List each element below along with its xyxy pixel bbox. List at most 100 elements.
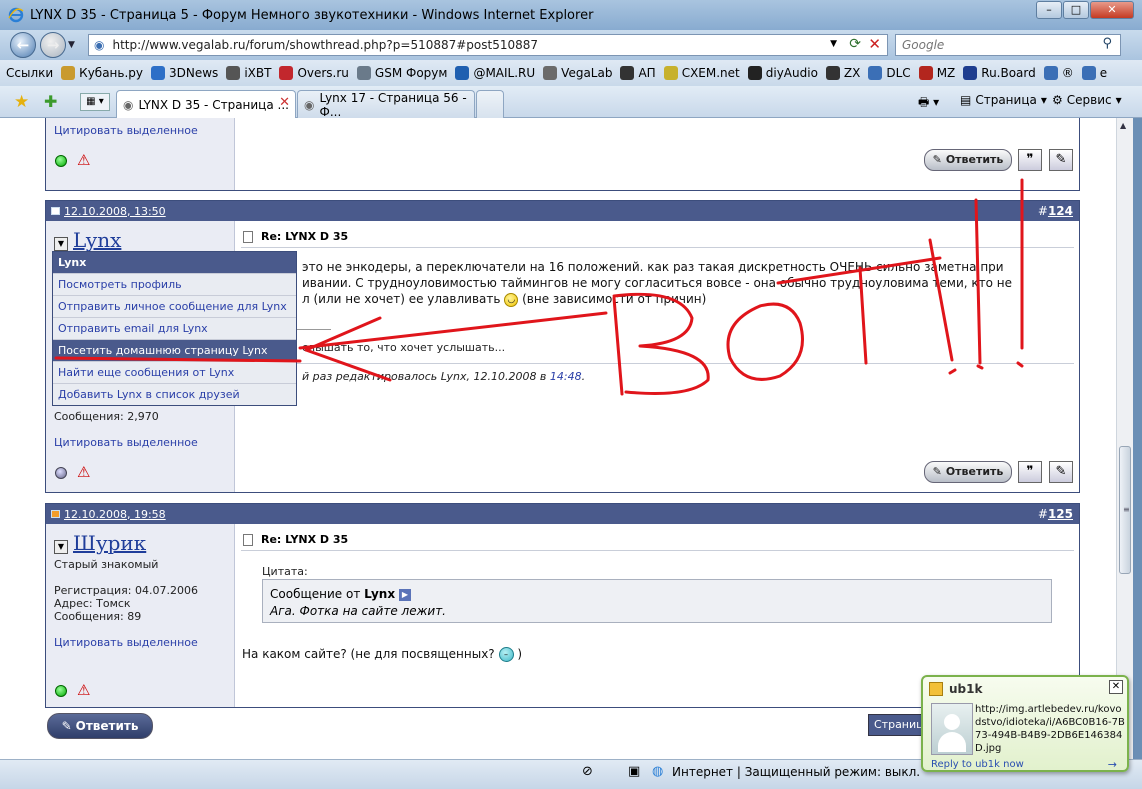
bottom-reply-button[interactable]: ✎ Ответить: [47, 713, 153, 739]
link-zx[interactable]: ZX: [825, 66, 860, 80]
post-date: 12.10.2008, 13:50: [64, 204, 166, 218]
multiquote-button[interactable]: ✎: [1049, 149, 1073, 171]
quote-button[interactable]: ❞: [1018, 149, 1042, 171]
privacy-icon[interactable]: ⊘: [582, 764, 598, 780]
address-dropdown-icon[interactable]: ▼: [830, 39, 837, 49]
link-vegalab[interactable]: VegaLab: [543, 66, 612, 80]
link-ruboard[interactable]: Ru.Board: [963, 66, 1036, 80]
search-input[interactable]: [896, 35, 1086, 55]
window-title: LYNX D 35 - Страница 5 - Форум Немного з…: [30, 7, 594, 23]
report-icon[interactable]: ⚠: [77, 683, 90, 698]
link-kuban[interactable]: Кубань.ру: [61, 66, 143, 80]
link-overs[interactable]: Overs.ru: [279, 66, 349, 80]
link-cxem[interactable]: CXEM.net: [663, 66, 740, 80]
link-favicon-icon: [226, 66, 241, 80]
history-dropdown-icon[interactable]: ▼: [68, 40, 75, 50]
user-message-count: Сообщения: 2,970: [54, 410, 159, 423]
link-favicon-icon: [1081, 66, 1096, 80]
scroll-up-icon[interactable]: ▲: [1120, 121, 1126, 130]
link-ap[interactable]: АП: [620, 66, 656, 80]
link-favicon-icon: [1043, 66, 1058, 80]
tab-lynx-17[interactable]: ◉ Lynx 17 - Страница 56 - Ф...: [297, 90, 475, 119]
user-block: ▼ Lynx: [54, 228, 121, 252]
page-menu[interactable]: ▤ Страница ▾: [960, 93, 1047, 107]
pages-navigator[interactable]: Страниц: [868, 714, 928, 736]
menu-item-send-pm[interactable]: Отправить личное сообщение для Lynx: [53, 295, 296, 317]
search-icon[interactable]: ⚲: [1102, 36, 1112, 51]
report-icon[interactable]: ⚠: [77, 153, 90, 168]
quote-selected-link[interactable]: Цитировать выделенное: [54, 124, 198, 137]
tab-favicon-icon: ◉: [304, 97, 315, 112]
menu-item-add-friend[interactable]: Добавить Lynx в список друзей: [53, 383, 296, 405]
tab-lynx-d35[interactable]: ◉ LYNX D 35 - Страница ... ✕: [116, 90, 296, 118]
forward-button[interactable]: →: [40, 32, 66, 58]
add-favorites-icon[interactable]: ✚: [44, 92, 57, 111]
tab-label: Lynx 17 - Страница 56 - Ф...: [319, 90, 467, 119]
tools-menu[interactable]: ⚙ Сервис ▾: [1052, 93, 1122, 107]
quote-selected-link[interactable]: Цитировать выделенное: [54, 436, 198, 449]
quick-tabs-icon[interactable]: ▦ ▾: [80, 93, 110, 111]
new-tab-button[interactable]: [476, 90, 504, 118]
link-diyaudio[interactable]: diyAudio: [747, 66, 818, 80]
grip-icon: ≡: [1123, 505, 1130, 514]
close-notification-icon[interactable]: ✕: [1109, 680, 1123, 694]
refresh-icon[interactable]: ⟳: [849, 36, 861, 52]
reply-button[interactable]: ✎ Ответить: [924, 149, 1012, 171]
post-status-icon: [51, 510, 60, 518]
signature-divider: [291, 329, 331, 330]
link-mz[interactable]: MZ: [918, 66, 955, 80]
close-tab-icon[interactable]: ✕: [279, 95, 290, 110]
security-zone[interactable]: Интернет | Защищенный режим: выкл.: [672, 765, 920, 779]
back-button[interactable]: ←: [10, 32, 36, 58]
quote-button[interactable]: ❞: [1018, 461, 1042, 483]
menu-item-view-profile[interactable]: Посмотреть профиль: [53, 273, 296, 295]
im-notification[interactable]: ub1k ✕ http://img.artlebedev.ru/kovodstv…: [921, 675, 1129, 772]
arrow-right-icon[interactable]: →: [1108, 758, 1117, 771]
link-favicon-icon: [61, 66, 76, 80]
favorites-star-icon[interactable]: ★: [14, 92, 29, 112]
scroll-thumb[interactable]: ≡: [1119, 446, 1131, 574]
username-link[interactable]: Lynx: [73, 228, 121, 252]
link-favicon-icon: [279, 66, 294, 80]
user-menu-toggle-icon[interactable]: ▼: [54, 236, 68, 251]
minimize-button[interactable]: –: [1036, 1, 1062, 19]
post-number-link[interactable]: #124: [1038, 204, 1073, 218]
print-icon[interactable]: 🖶 ▾: [918, 93, 939, 114]
report-icon[interactable]: ⚠: [77, 465, 90, 480]
menu-item-send-email[interactable]: Отправить email для Lynx: [53, 317, 296, 339]
vertical-scrollbar[interactable]: ▲ ≡ ▼: [1116, 118, 1133, 759]
search-box[interactable]: ⚲: [895, 34, 1121, 56]
post-number-link[interactable]: #125: [1038, 507, 1073, 521]
quote-selected-link[interactable]: Цитировать выделенное: [54, 636, 198, 649]
post-header: 12.10.2008, 19:58 #125: [46, 504, 1079, 524]
link-mailru[interactable]: @MAIL.RU: [455, 66, 535, 80]
user-menu-toggle-icon[interactable]: ▼: [54, 539, 68, 554]
close-button[interactable]: ✕: [1090, 1, 1134, 19]
link-favicon-icon: [868, 66, 883, 80]
link-registered[interactable]: ®: [1043, 66, 1074, 80]
reply-button[interactable]: ✎ Ответить: [924, 461, 1012, 483]
view-post-icon[interactable]: ▶: [398, 588, 411, 601]
link-favicon-icon: [963, 66, 978, 80]
link-3dnews[interactable]: 3DNews: [151, 66, 218, 80]
link-ixbt[interactable]: iXBT: [226, 66, 271, 80]
user-menu-header: Lynx: [53, 252, 296, 273]
link-favicon-icon: [747, 66, 762, 80]
maximize-button[interactable]: □: [1063, 1, 1089, 19]
reply-now-link[interactable]: Reply to ub1k now: [931, 759, 1024, 770]
username-link[interactable]: Шурик: [73, 531, 146, 555]
im-app-icon: [929, 682, 943, 696]
post-text-line: л (или не хочет) ее улавливать ◡ (вне за…: [302, 292, 707, 307]
address-url[interactable]: http://www.vegalab.ru/forum/showthread.p…: [112, 38, 538, 52]
multiquote-button[interactable]: ✎: [1049, 461, 1073, 483]
popup-blocker-icon[interactable]: ▣: [628, 764, 644, 780]
post-text-line: ивании. С трудноуловимостью таймингов не…: [302, 276, 1012, 290]
menu-item-visit-homepage[interactable]: Посетить домашнюю страницу Lynx: [53, 339, 296, 361]
link-gsm-forum[interactable]: GSM Форум: [356, 66, 447, 80]
stop-icon[interactable]: ✕: [868, 35, 881, 53]
address-field[interactable]: ◉ http://www.vegalab.ru/forum/showthread…: [88, 34, 888, 56]
online-status-icon: [55, 155, 67, 167]
link-dlc[interactable]: DLC: [868, 66, 911, 80]
link-e[interactable]: е: [1081, 66, 1107, 80]
menu-item-find-posts[interactable]: Найти еще сообщения от Lynx: [53, 361, 296, 383]
